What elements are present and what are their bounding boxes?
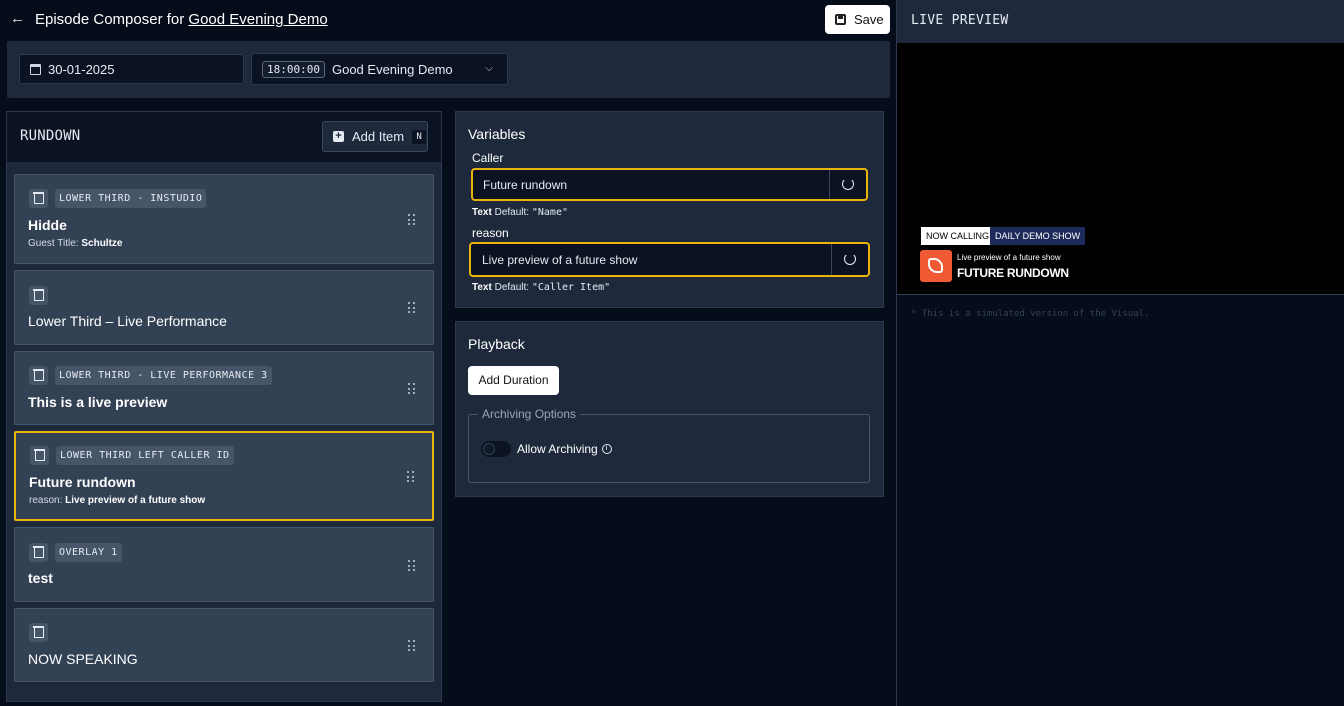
reason-label: reason [472,226,509,240]
item-title: test [28,570,53,586]
trash-icon[interactable] [29,366,48,385]
show-name-badge: DAILY DEMO SHOW [990,227,1086,245]
item-subtitle: reason: Live preview of a future show [29,495,206,506]
item-type-tag: LOWER THIRD - INSTUDIO [55,189,207,208]
trash-icon[interactable] [29,543,48,562]
drag-handle-icon[interactable] [407,471,414,482]
preview-title: LIVE PREVIEW [911,13,1009,28]
trash-icon[interactable] [29,286,48,305]
reason-input[interactable]: Live preview of a future show [469,242,870,277]
save-button[interactable]: Save [825,5,890,34]
reset-icon [844,253,856,265]
drag-handle-icon[interactable] [408,214,415,225]
archiving-legend: Archiving Options [478,407,581,421]
item-type-tag: LOWER THIRD - LIVE PERFORMANCE 3 [55,366,272,385]
reset-reason-button[interactable] [831,244,868,275]
caller-label: Caller [472,151,504,165]
rundown-item[interactable]: Lower Third – Live Performance [14,270,434,345]
now-calling-badge: NOW CALLING [921,227,995,245]
chevron-down-icon: ⌵ [485,63,493,74]
trash-icon[interactable] [30,446,49,465]
simulation-note: * This is a simulated version of the Vis… [911,309,1150,319]
item-subtitle: Guest Title: Schultze [28,238,123,249]
info-icon[interactable]: i [601,444,612,454]
drag-handle-icon[interactable] [408,560,415,571]
rundown-item-selected[interactable]: LOWER THIRD LEFT CALLER ID Future rundow… [14,431,434,521]
phone-icon [920,250,952,282]
show-link[interactable]: Good Evening Demo [188,11,327,28]
time-badge: 18:00:00 [262,60,325,78]
plus-icon: + [333,131,344,142]
save-icon [835,14,846,25]
lower-third-reason: Live preview of a future show [957,253,1061,262]
item-type-tag: OVERLAY 1 [55,543,122,562]
reason-hint: Text Default: "Caller Item" [472,282,611,293]
reset-caller-button[interactable] [829,170,866,199]
add-item-button[interactable]: + Add Item N [322,121,428,152]
rundown-title: RUNDOWN [20,128,81,144]
show-select[interactable]: 18:00:00 Good Evening Demo ⌵ [251,53,508,85]
item-type-tag: LOWER THIRD LEFT CALLER ID [56,446,234,465]
rundown-item[interactable]: NOW SPEAKING [14,608,434,682]
item-title: Future rundown [29,474,136,490]
playback-title: Playback [468,336,525,352]
rundown-item[interactable]: LOWER THIRD - LIVE PERFORMANCE 3 This is… [14,351,434,425]
item-title: NOW SPEAKING [28,651,138,667]
allow-archiving-label: Allow Archiving i [517,442,612,456]
rundown-item[interactable]: LOWER THIRD - INSTUDIO Hidde Guest Title… [14,174,434,264]
date-picker[interactable]: 30-01-2025 [19,54,244,84]
variables-title: Variables [468,126,526,142]
rundown-item[interactable]: OVERLAY 1 test [14,527,434,602]
caller-input[interactable]: Future rundown [471,168,868,201]
preview-separator [897,294,1344,295]
drag-handle-icon[interactable] [408,640,415,651]
reset-icon [842,178,854,190]
caller-hint: Text Default: "Name" [472,207,568,218]
calendar-icon [30,63,41,75]
item-title: Hidde [28,217,67,233]
shortcut-badge: N [412,129,427,144]
trash-icon[interactable] [29,189,48,208]
trash-icon[interactable] [29,623,48,642]
item-title: Lower Third – Live Performance [28,313,227,329]
drag-handle-icon[interactable] [408,302,415,313]
add-duration-button[interactable]: Add Duration [468,366,559,395]
page-title: Episode Composer for Good Evening Demo [35,11,328,28]
back-arrow-icon[interactable]: ← [10,10,26,28]
allow-archiving-toggle[interactable] [481,441,511,457]
item-title: This is a live preview [28,394,168,410]
lower-third-name: FUTURE RUNDOWN [957,266,1069,280]
drag-handle-icon[interactable] [408,383,415,394]
